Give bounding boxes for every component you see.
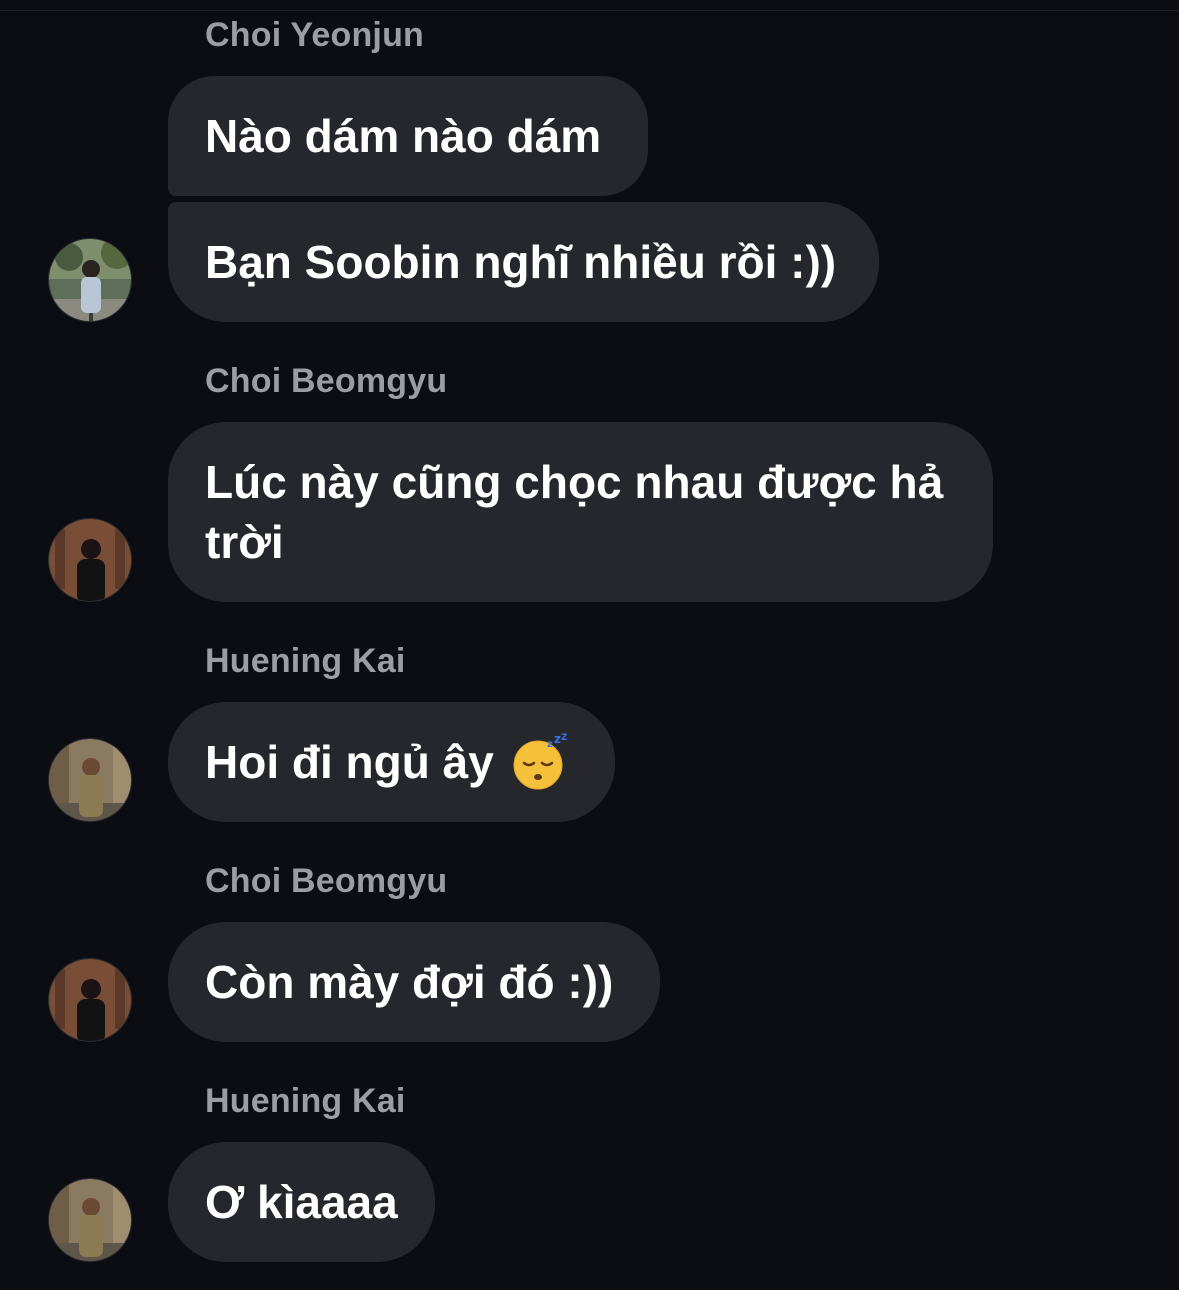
sleeping-face-emoji: z z Z [510, 732, 568, 791]
message-bubble[interactable]: Ơ kìaaaa [168, 1142, 435, 1262]
svg-text:Z: Z [561, 733, 568, 743]
avatar-choi-beomgyu[interactable] [48, 958, 132, 1042]
message-bubble[interactable]: Còn mày đợi đó :)) [168, 922, 660, 1042]
svg-text:z: z [547, 739, 553, 750]
message-bubble[interactable]: Nào dám nào dám [168, 76, 648, 196]
message-text: Lúc này cũng chọc nhau được hả trời [205, 456, 944, 568]
message-bubble[interactable]: Lúc này cũng chọc nhau được hả trời [168, 422, 993, 602]
top-divider [0, 10, 1179, 11]
message-bubble[interactable]: Bạn Soobin nghĩ nhiều rồi :)) [168, 202, 879, 322]
message-text: Ơ kìaaaa [205, 1176, 398, 1228]
sender-name: Choi Yeonjun [205, 16, 425, 54]
sender-name: Huening Kai [205, 642, 406, 680]
message-text: Hoi đi ngủ ây [205, 736, 494, 788]
svg-text:z: z [554, 733, 561, 746]
message-text: Bạn Soobin nghĩ nhiều rồi :)) [205, 236, 837, 288]
avatar-huening-kai[interactable] [48, 738, 132, 822]
sender-name: Choi Beomgyu [205, 862, 448, 900]
sender-name: Choi Beomgyu [205, 362, 448, 400]
message-text: Nào dám nào dám [205, 110, 602, 162]
sender-name: Huening Kai [205, 1082, 406, 1120]
message-text: Còn mày đợi đó :)) [205, 956, 614, 1008]
avatar-huening-kai[interactable] [48, 1178, 132, 1262]
avatar-choi-yeonjun[interactable] [48, 238, 132, 322]
avatar-choi-beomgyu[interactable] [48, 518, 132, 602]
message-bubble[interactable]: Hoi đi ngủ ây z z Z [168, 702, 615, 822]
